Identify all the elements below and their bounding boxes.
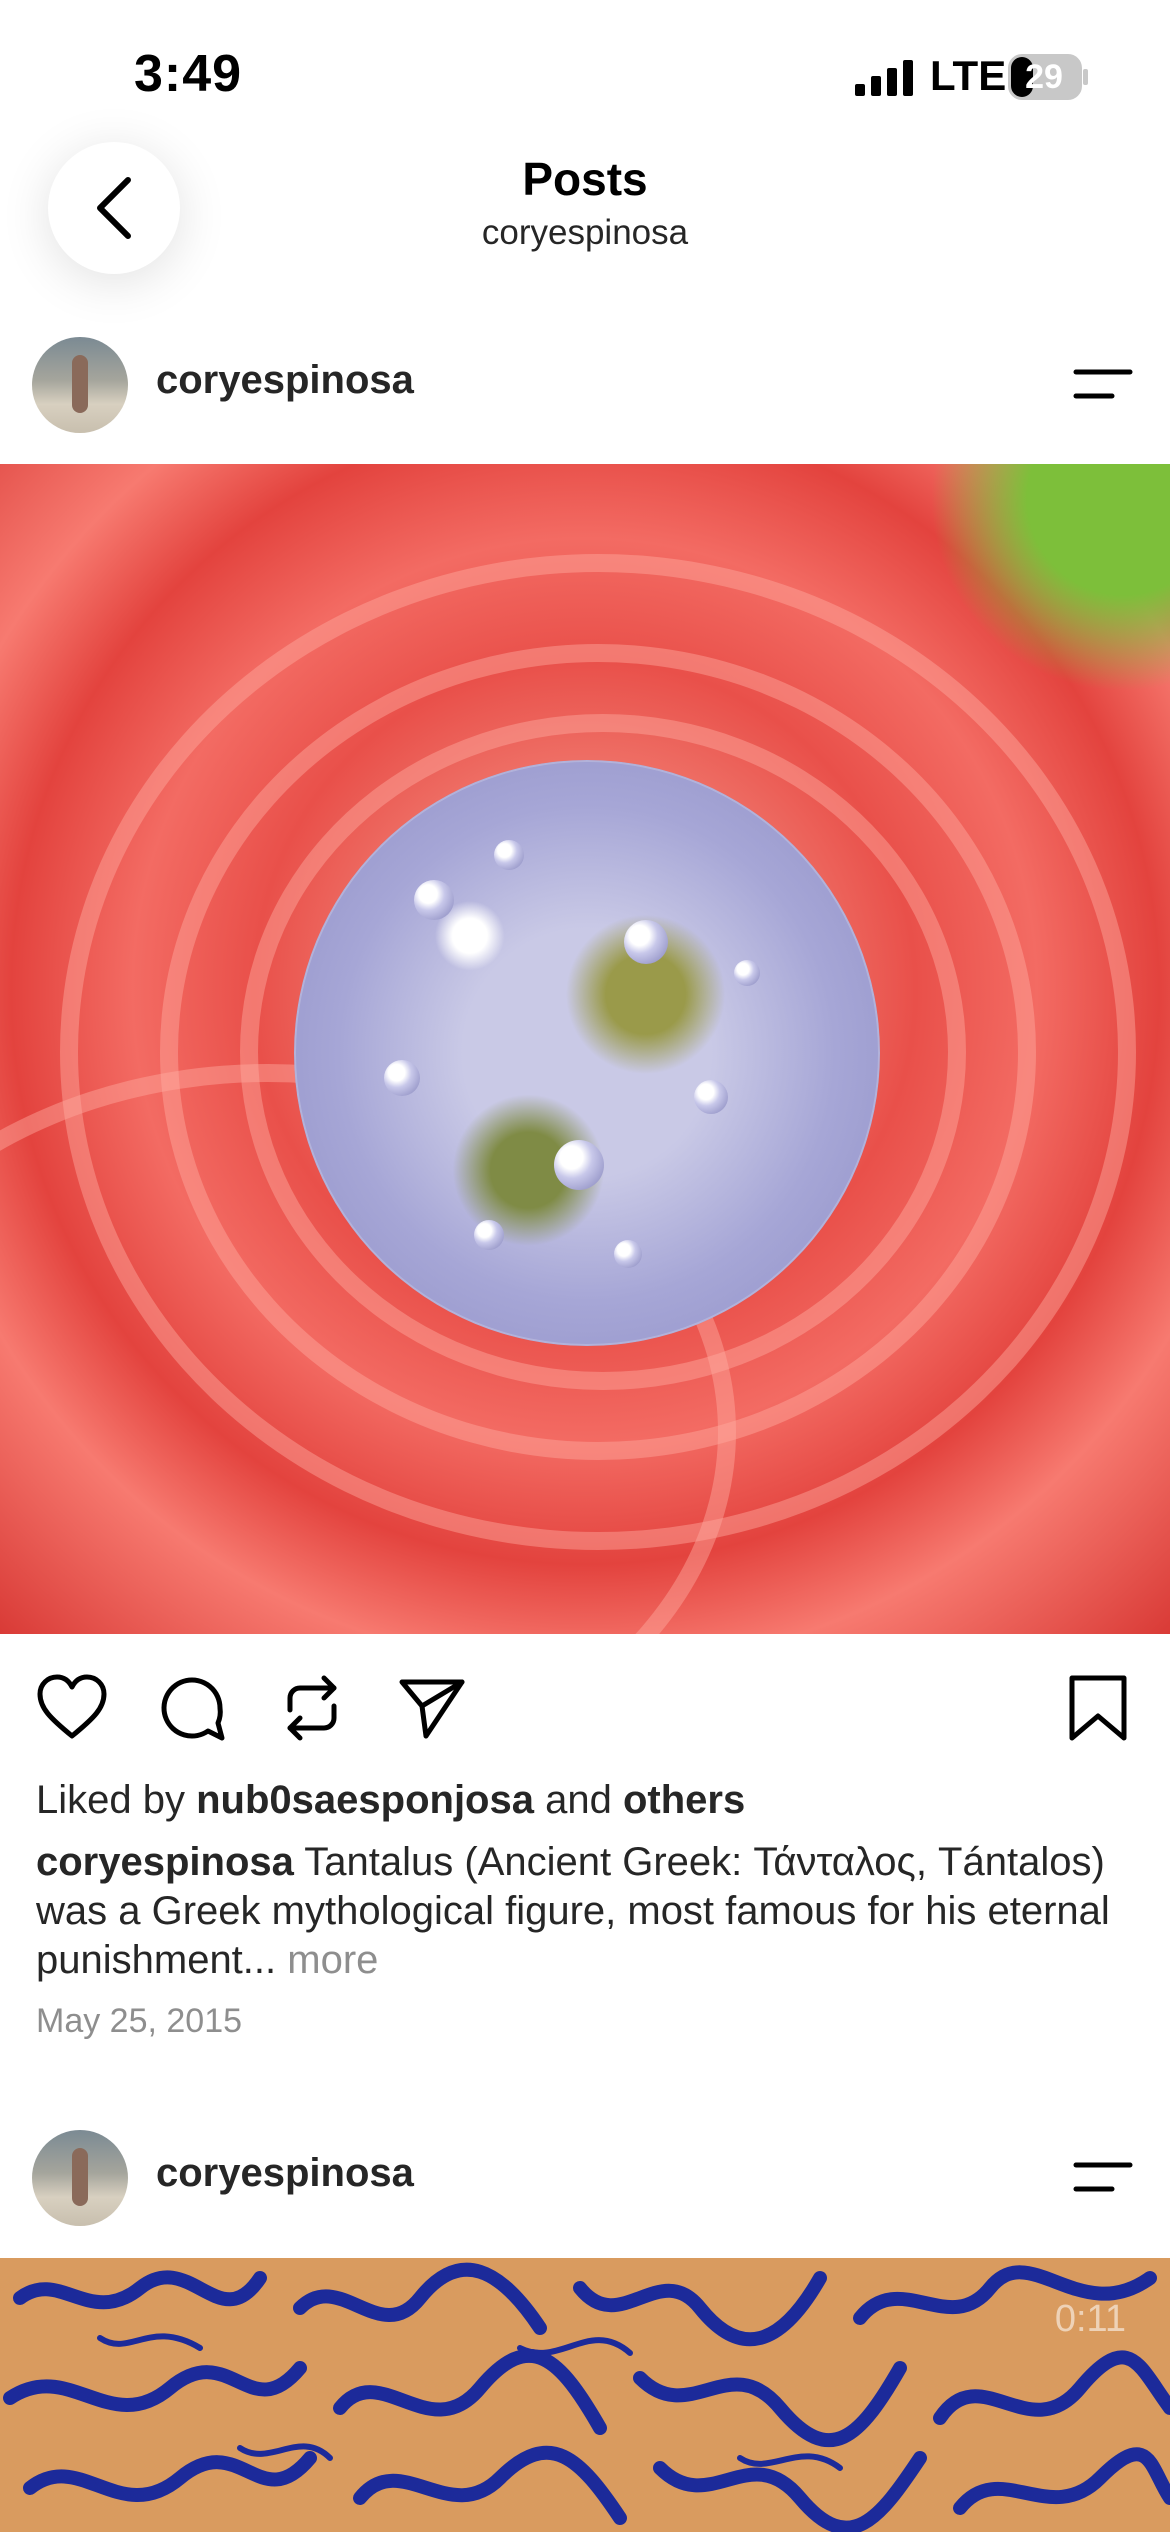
liked-by-user[interactable]: nub0saesponjosa [196, 1778, 534, 1822]
network-label: LTE [930, 52, 1007, 99]
heart-icon[interactable] [36, 1672, 108, 1744]
avatar[interactable] [32, 337, 128, 433]
post-username[interactable]: coryespinosa [156, 2151, 414, 2196]
avatar[interactable] [32, 2130, 128, 2226]
signal-icon [855, 60, 913, 96]
repost-icon[interactable] [276, 1672, 348, 1744]
liked-by-prefix: Liked by [36, 1778, 197, 1822]
share-icon[interactable] [396, 1672, 468, 1744]
status-time: 3:49 [134, 45, 243, 103]
caption-username[interactable]: coryespinosa [36, 1840, 294, 1884]
droplet-circle-image [294, 760, 880, 1346]
post-date: May 25, 2015 [36, 2002, 243, 2040]
battery-level: 29 [1025, 57, 1063, 96]
post-video[interactable]: 0:11 [0, 2258, 1170, 2532]
more-link[interactable]: more [276, 1938, 378, 1982]
page-title: Posts [522, 153, 648, 205]
post-caption: coryespinosa Tantalus (Ancient Greek: Τά… [36, 1838, 1136, 1985]
menu-icon[interactable] [1072, 364, 1134, 404]
page-subtitle: coryespinosa [481, 213, 689, 252]
comment-icon[interactable] [156, 1672, 228, 1744]
liked-by-and: and [533, 1778, 623, 1822]
video-duration: 0:11 [1054, 2298, 1126, 2340]
ink-pattern [3, 2262, 1170, 2532]
menu-icon[interactable] [1072, 2157, 1134, 2197]
bookmark-icon[interactable] [1062, 1672, 1134, 1744]
liked-by-text: Liked by nub0saesponjosa and others [36, 1778, 745, 1823]
post-username[interactable]: coryespinosa [156, 358, 414, 403]
liked-by-others[interactable]: others [623, 1778, 745, 1822]
